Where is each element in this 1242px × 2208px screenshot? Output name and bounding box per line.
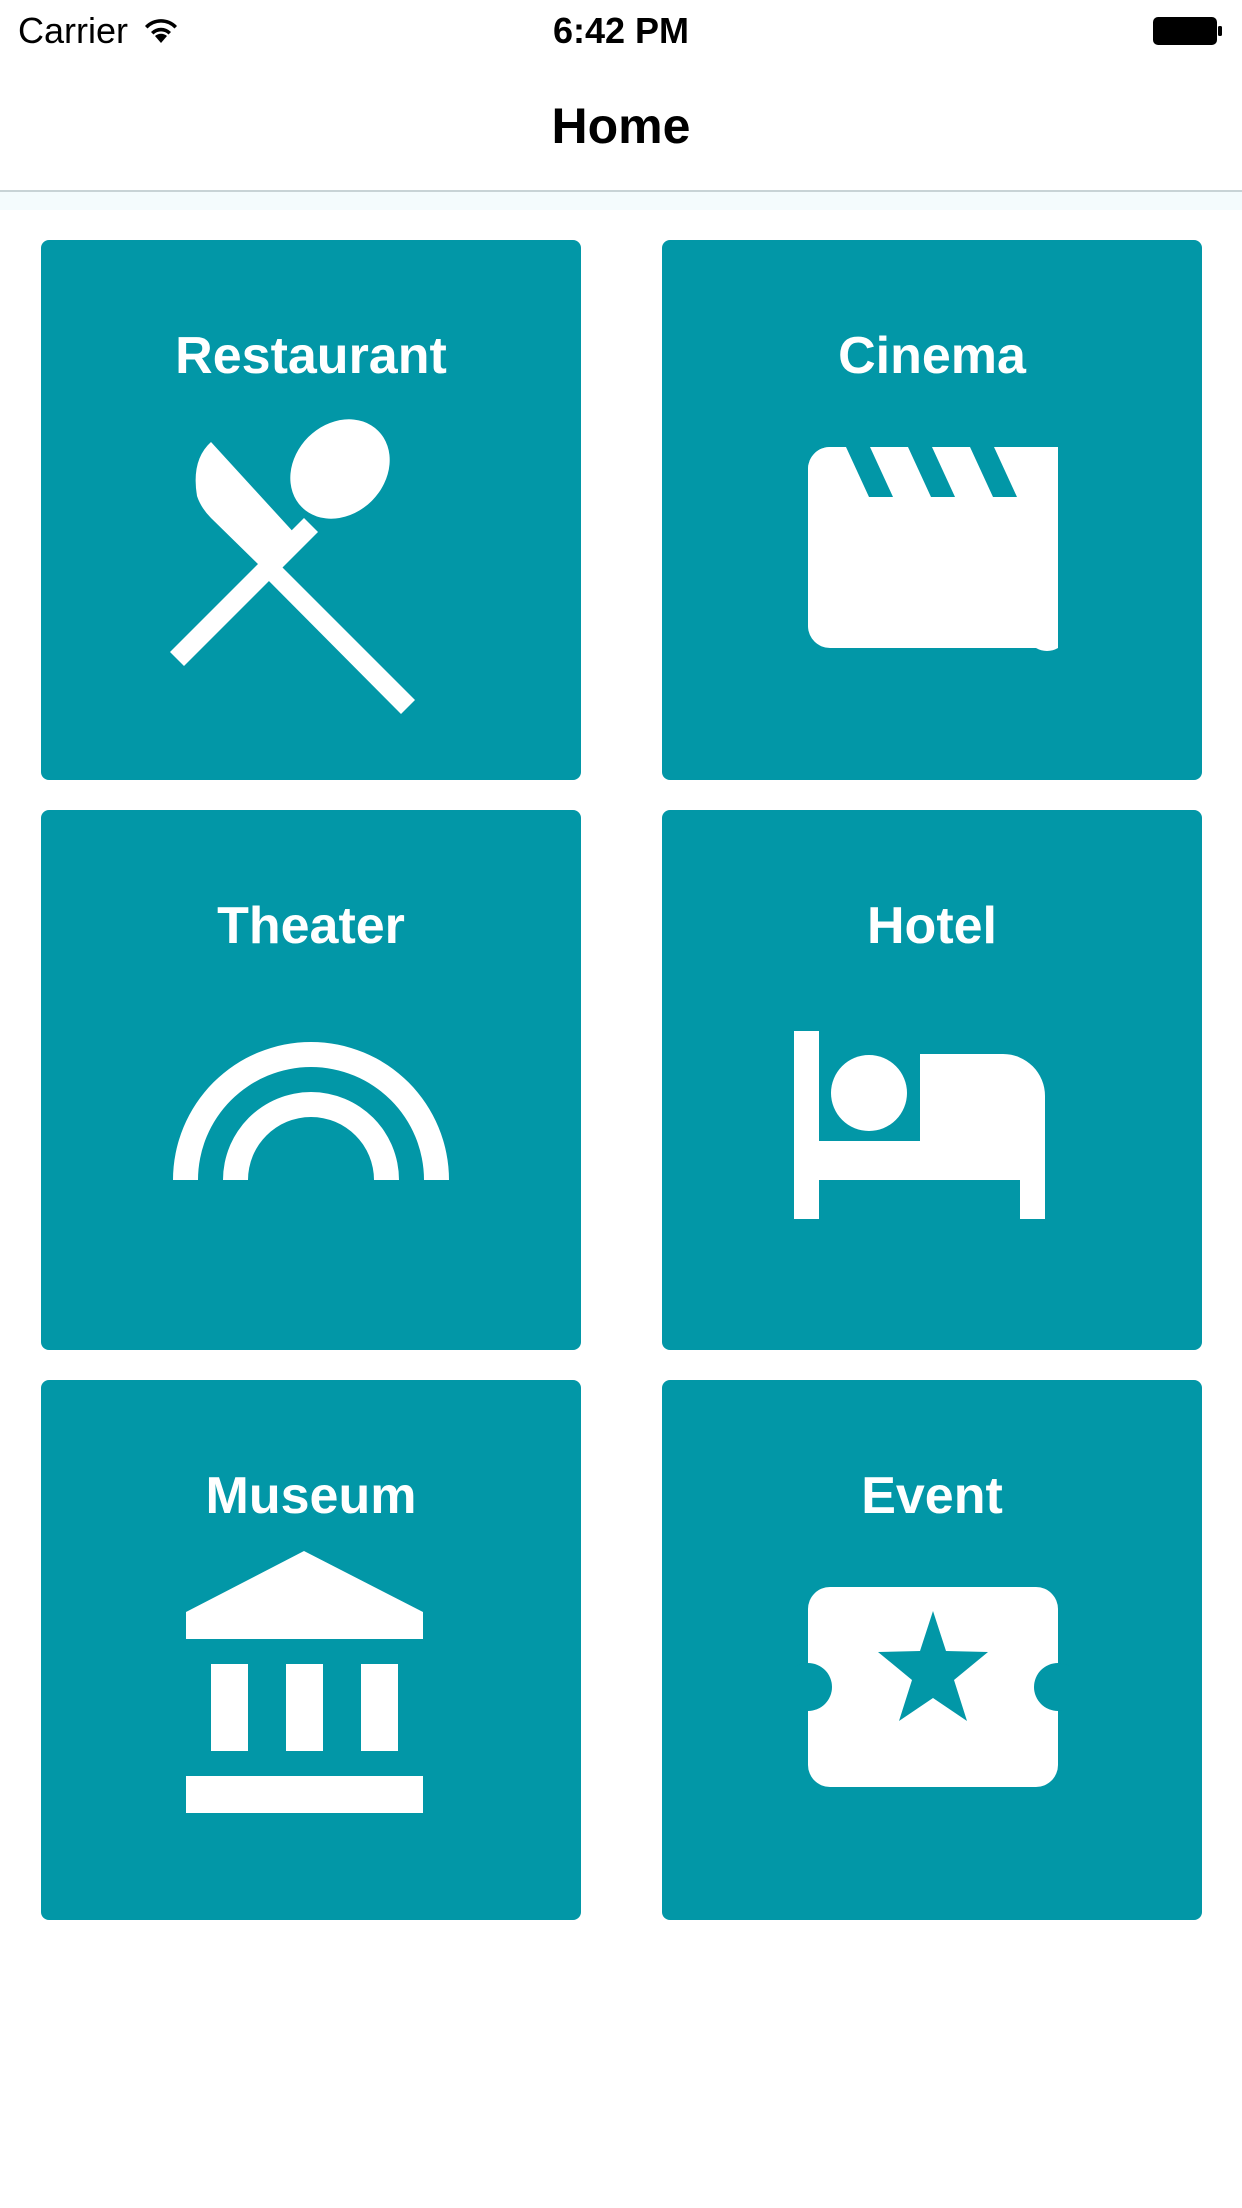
ticket-star-icon [784, 1587, 1082, 1787]
tile-event[interactable]: Event [662, 1380, 1202, 1920]
bed-icon [794, 1031, 1045, 1219]
status-bar: Carrier 6:42 PM [0, 0, 1242, 62]
tile-cinema[interactable]: Cinema [662, 240, 1202, 780]
tile-hotel[interactable]: Hotel [662, 810, 1202, 1350]
museum-icon [186, 1551, 423, 1813]
tile-museum[interactable]: Museum [41, 1380, 581, 1920]
battery-icon [1153, 17, 1222, 45]
navigation-bar: Home [0, 62, 1242, 192]
nav-divider-band [0, 192, 1242, 210]
tile-theater[interactable]: Theater [41, 810, 581, 1350]
rainbow-icon [173, 1042, 449, 1180]
tile-restaurant[interactable]: Restaurant [41, 240, 581, 780]
page-title: Home [551, 98, 691, 154]
status-time: 6:42 PM [552, 10, 690, 51]
movie-clapper-icon [808, 447, 1058, 651]
restaurant-icon [170, 419, 415, 714]
home-screen: Carrier 6:42 PM Home Restaurant Cinema T… [0, 0, 1242, 2208]
